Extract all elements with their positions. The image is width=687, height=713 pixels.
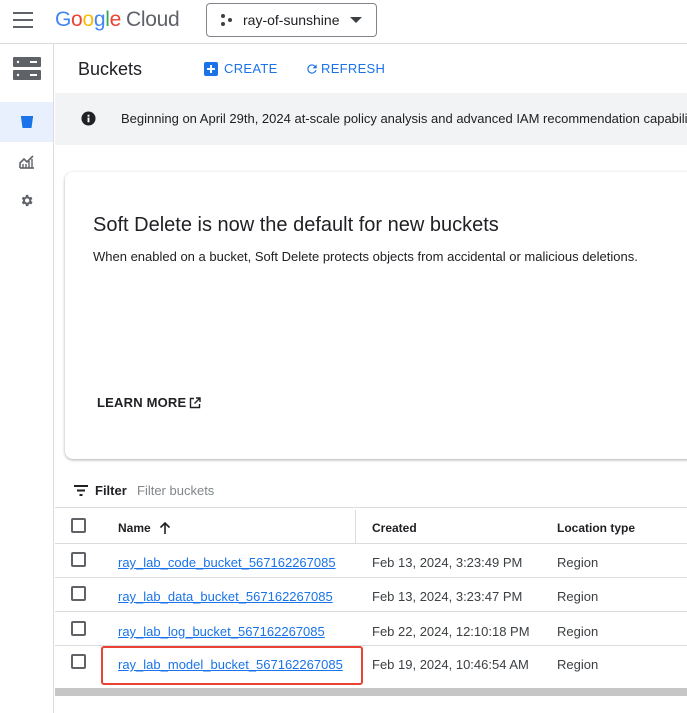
column-header-name[interactable]: Name <box>118 521 171 535</box>
project-icon <box>221 14 232 26</box>
bucket-icon <box>20 116 33 128</box>
table-row: ray_lab_code_bucket_567162267085 Feb 13,… <box>55 544 687 578</box>
column-header-location-type[interactable]: Location type <box>557 521 635 535</box>
add-box-icon <box>204 61 218 76</box>
location-type-cell: Region <box>557 657 599 672</box>
card-description: When enabled on a bucket, Soft Delete pr… <box>93 249 638 264</box>
row-checkbox[interactable] <box>71 654 86 669</box>
bucket-name-link[interactable]: ray_lab_log_bucket_567162267085 <box>118 624 325 639</box>
created-cell: Feb 13, 2024, 3:23:47 PM <box>372 589 523 604</box>
google-cloud-logo[interactable]: Google Cloud <box>55 8 180 32</box>
top-bar: Google Cloud ray-of-sunshine <box>0 0 687 44</box>
learn-more-link[interactable]: LEARN MORE <box>97 395 202 410</box>
table-row: ray_lab_model_bucket_567162267085 Feb 19… <box>55 646 687 680</box>
rail-item-storage[interactable] <box>0 56 53 82</box>
row-checkbox[interactable] <box>71 552 86 567</box>
column-divider[interactable] <box>355 510 356 544</box>
created-cell: Feb 22, 2024, 12:10:18 PM <box>372 624 530 639</box>
create-button[interactable]: CREATE <box>204 61 278 76</box>
bucket-name-link[interactable]: ray_lab_model_bucket_567162267085 <box>118 657 343 672</box>
bucket-name-link[interactable]: ray_lab_data_bucket_567162267085 <box>118 589 333 604</box>
horizontal-scrollbar[interactable] <box>55 688 687 696</box>
select-all-checkbox[interactable] <box>71 518 86 533</box>
refresh-icon <box>307 63 317 74</box>
page-header: Buckets CREATE REFRESH <box>55 44 687 93</box>
table-row: ray_lab_log_bucket_567162267085 Feb 22, … <box>55 612 687 646</box>
create-label: CREATE <box>224 61 278 76</box>
storage-icon <box>12 57 41 80</box>
filter-icon <box>74 485 88 496</box>
filter-label: Filter <box>95 483 127 498</box>
rail-item-buckets[interactable] <box>0 102 53 142</box>
card-title: Soft Delete is now the default for new b… <box>93 214 499 236</box>
column-header-created[interactable]: Created <box>372 521 417 535</box>
external-link-icon <box>190 396 202 408</box>
info-icon <box>81 111 96 126</box>
row-checkbox[interactable] <box>71 621 86 636</box>
filter-bar: Filter <box>55 472 687 508</box>
hamburger-menu-icon[interactable] <box>13 12 33 28</box>
created-cell: Feb 13, 2024, 3:23:49 PM <box>372 555 523 570</box>
banner-text: Beginning on April 29th, 2024 at-scale p… <box>121 111 687 126</box>
left-nav-rail <box>0 44 54 713</box>
project-name: ray-of-sunshine <box>243 12 340 28</box>
location-type-cell: Region <box>557 589 599 604</box>
learn-more-label: LEARN MORE <box>97 395 187 410</box>
arrow-up-sort-icon <box>159 521 170 534</box>
chevron-down-icon <box>350 17 362 23</box>
row-checkbox[interactable] <box>71 586 86 601</box>
created-cell: Feb 19, 2024, 10:46:54 AM <box>372 657 529 672</box>
monitoring-icon <box>18 155 34 169</box>
bucket-name-link[interactable]: ray_lab_code_bucket_567162267085 <box>118 555 336 570</box>
location-type-cell: Region <box>557 555 599 570</box>
project-picker[interactable]: ray-of-sunshine <box>206 3 377 37</box>
settings-icon <box>21 194 33 207</box>
soft-delete-card: Soft Delete is now the default for new b… <box>65 172 687 459</box>
filter-input[interactable] <box>137 480 437 500</box>
page-title: Buckets <box>78 59 143 79</box>
table-row: ray_lab_data_bucket_567162267085 Feb 13,… <box>55 578 687 612</box>
table-header: Name Created Location type <box>55 510 687 544</box>
rail-item-settings[interactable] <box>0 193 53 209</box>
refresh-button[interactable]: REFRESH <box>305 61 385 76</box>
refresh-label: REFRESH <box>321 61 386 76</box>
location-type-cell: Region <box>557 624 599 639</box>
info-banner: Beginning on April 29th, 2024 at-scale p… <box>55 93 687 145</box>
rail-item-monitoring[interactable] <box>0 154 53 170</box>
